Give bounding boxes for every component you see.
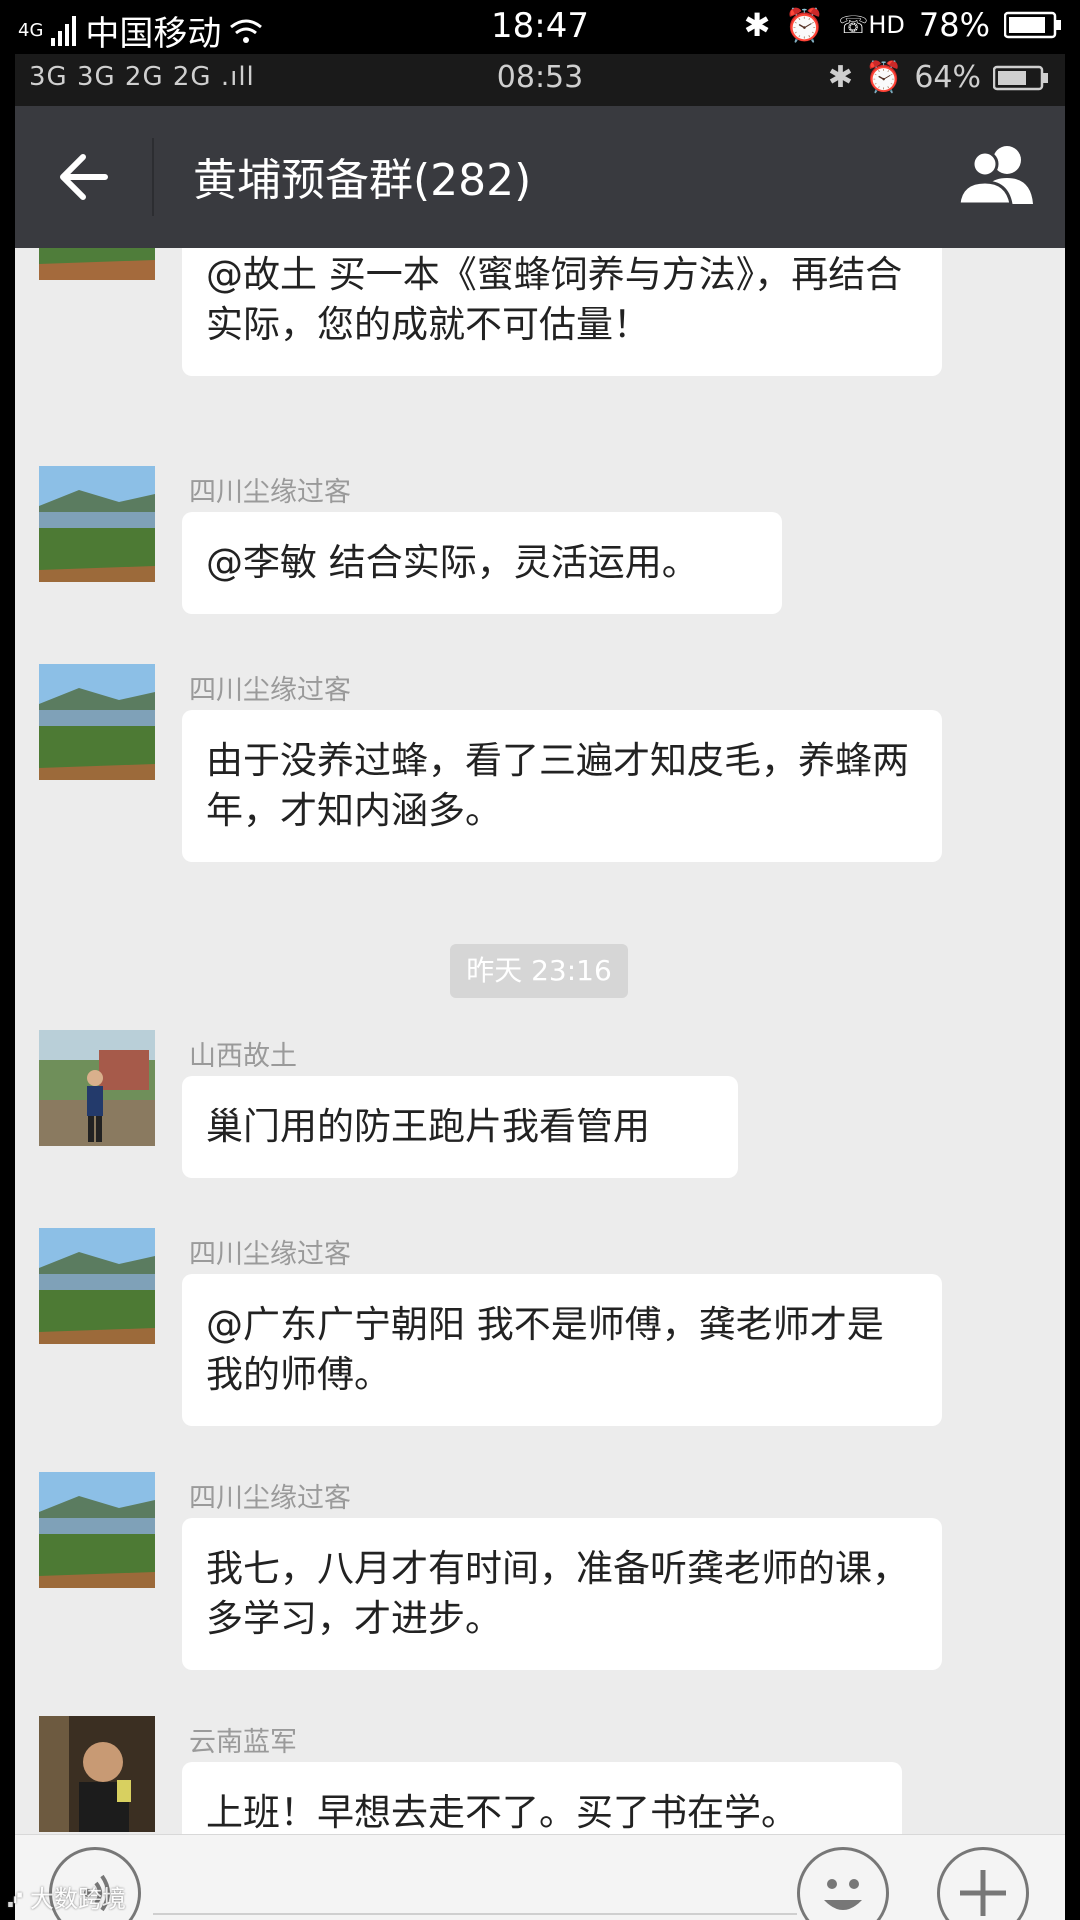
message-text: @广东广宁朝阳 我不是师傅，龚老师才是我的师傅。 <box>206 1303 884 1396</box>
bluetooth-icon: ✱ <box>743 6 771 44</box>
watermark-icon: ⑇ <box>8 1885 23 1913</box>
chat-header: 黄埔预备群(282) <box>15 106 1065 248</box>
message-text: @李敏 结合实际，灵活运用。 <box>206 541 699 584</box>
timestamp-divider: 昨天 23:16 <box>450 944 628 998</box>
avatar[interactable] <box>39 1716 155 1832</box>
plus-icon <box>960 1870 1006 1916</box>
message-text: 由于没养过蜂，看了三遍才知皮毛，养蜂两年，才知内涵多。 <box>206 739 909 832</box>
battery-icon <box>993 65 1048 90</box>
avatar[interactable] <box>39 248 155 280</box>
avatar[interactable] <box>39 1228 155 1344</box>
avatar[interactable] <box>39 1472 155 1588</box>
group-members-icon[interactable] <box>957 144 1039 206</box>
smiley-icon <box>824 1879 862 1910</box>
more-options-button[interactable] <box>937 1847 1029 1920</box>
emoji-button[interactable] <box>797 1847 889 1920</box>
message-bubble[interactable]: @广东广宁朝阳 我不是师傅，龚老师才是我的师傅。 <box>182 1274 942 1426</box>
message-bubble[interactable]: @李敏 结合实际，灵活运用。 <box>182 512 782 614</box>
battery-icon <box>1004 11 1061 39</box>
message-text: @故土 买一本《蜜蜂饲养与方法》，再结合实际，您的成就不可估量！ <box>206 253 903 346</box>
message-bubble[interactable]: 由于没养过蜂，看了三遍才知皮毛，养蜂两年，才知内涵多。 <box>182 710 942 862</box>
header-divider <box>152 138 154 216</box>
inner-battery-percent: 64% <box>914 60 981 95</box>
hd-call-icon: ☏HD <box>838 11 905 39</box>
back-arrow-icon[interactable] <box>55 149 111 205</box>
sender-name: 四川尘缘过客 <box>189 1239 351 1270</box>
phone-screen: 3G 3G 2G 2G .ıll 08:53 ✱ ⏰ 64% 黄埔预备群(282… <box>15 54 1065 1920</box>
chat-message-list[interactable]: @故土 买一本《蜜蜂饲养与方法》，再结合实际，您的成就不可估量！ 四川尘缘过客 … <box>15 248 1065 1834</box>
message-bubble[interactable]: 上班！早想去走不了。买了书在学。 <box>182 1762 902 1834</box>
message-input[interactable] <box>153 1913 797 1915</box>
message-bubble[interactable]: 我七，八月才有时间，准备听龚老师的课，多学习，才进步。 <box>182 1518 942 1670</box>
inner-status-bar: 3G 3G 2G 2G .ıll 08:53 ✱ ⏰ 64% <box>15 54 1065 106</box>
group-title: 黄埔预备群(282) <box>193 155 532 206</box>
bluetooth-icon: ✱ <box>827 60 853 95</box>
avatar[interactable] <box>39 664 155 780</box>
message-text: 我七，八月才有时间，准备听龚老师的课，多学习，才进步。 <box>206 1547 909 1640</box>
battery-percent: 78% <box>918 6 990 44</box>
sender-name: 云南蓝军 <box>189 1727 297 1758</box>
message-bubble[interactable]: @故土 买一本《蜜蜂饲养与方法》，再结合实际，您的成就不可估量！ <box>182 248 942 376</box>
alarm-icon: ⏰ <box>784 6 825 44</box>
watermark-logo: ⑇ 大数跨境 <box>8 1879 126 1914</box>
sender-name: 四川尘缘过客 <box>189 1483 351 1514</box>
chat-input-bar <box>15 1834 1065 1920</box>
avatar[interactable] <box>39 1030 155 1146</box>
sender-name: 四川尘缘过客 <box>189 477 351 508</box>
sender-name: 四川尘缘过客 <box>189 675 351 706</box>
alarm-icon: ⏰ <box>864 60 903 95</box>
message-text: 上班！早想去走不了。买了书在学。 <box>206 1791 798 1834</box>
message-text: 巢门用的防王跑片我看管用 <box>206 1105 650 1148</box>
watermark-text: 大数跨境 <box>30 1885 127 1913</box>
sender-name: 山西故土 <box>189 1041 297 1072</box>
outer-status-bar: 4G 中国移动 18:47 ✱ ⏰ ☏HD 78% <box>0 0 1080 54</box>
message-bubble[interactable]: 巢门用的防王跑片我看管用 <box>182 1076 738 1178</box>
avatar[interactable] <box>39 466 155 582</box>
